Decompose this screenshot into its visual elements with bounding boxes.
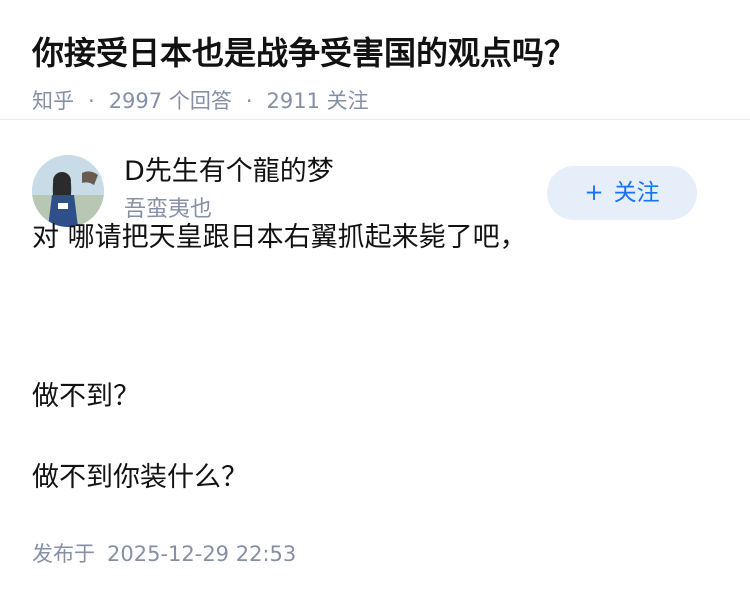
author-name[interactable]: D先生有个龍的梦	[124, 154, 334, 190]
avatar-image-icon	[32, 155, 104, 227]
question-title[interactable]: 你接受日本也是战争受害国的观点吗？	[32, 30, 718, 76]
question-header: 你接受日本也是战争受害国的观点吗？ 知乎 · 2997 个回答 · 2911 关注	[0, 0, 750, 120]
answer-paragraph: 对 哪请把天皇跟日本右翼抓起来毙了吧，	[32, 222, 527, 253]
answer-paragraph: 做不到？	[32, 381, 140, 412]
source-label[interactable]: 知乎	[32, 89, 74, 113]
answer-card: D先生有个龍的梦 吾蛮夷也 + 关注 对 哪请把天皇跟日本右翼抓起来毙了吧， 做不…	[0, 120, 750, 566]
author-row: D先生有个龍的梦 吾蛮夷也 + 关注	[32, 120, 718, 230]
followers-count: 2911	[266, 89, 320, 113]
meta-separator: ·	[245, 89, 253, 113]
answer-paragraph: 做不到你装什么？	[32, 462, 248, 493]
followers-label: 关注	[326, 89, 369, 113]
plus-icon: +	[584, 180, 604, 206]
follow-button[interactable]: + 关注	[547, 166, 697, 220]
answers-label[interactable]: 个回答	[169, 89, 232, 113]
avatar[interactable]	[32, 155, 104, 227]
published-time: 2025-12-29 22:53	[107, 542, 297, 566]
published-label: 发布于	[32, 542, 95, 566]
meta-separator: ·	[88, 89, 95, 113]
question-meta: 知乎 · 2997 个回答 · 2911 关注	[32, 86, 718, 116]
publish-info: 发布于 2025-12-29 22:53	[32, 538, 296, 570]
follow-button-label: 关注	[613, 180, 660, 206]
answers-count[interactable]: 2997	[109, 89, 162, 113]
